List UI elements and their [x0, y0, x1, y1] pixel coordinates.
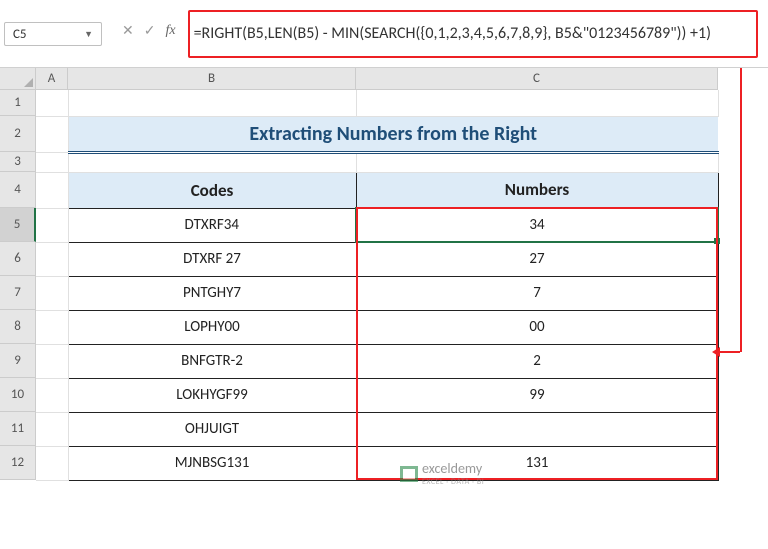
table-row: DTXRF 2727: [36, 242, 718, 276]
annotation-line-horz: [718, 351, 740, 353]
select-all-corner[interactable]: [0, 68, 36, 90]
table-row: MJNBSG131131: [36, 446, 718, 480]
row-header-11[interactable]: 11: [0, 412, 36, 446]
formula-input[interactable]: =RIGHT(B5,LEN(B5) - MIN(SEARCH({0,1,2,3,…: [188, 10, 758, 58]
column-headers: A B C: [36, 68, 718, 90]
col-header-A[interactable]: A: [36, 68, 68, 90]
row-header-6[interactable]: 6: [0, 242, 36, 276]
table-row: OHJUIGT: [36, 412, 718, 446]
row-header-12[interactable]: 12: [0, 446, 36, 480]
row-header-3[interactable]: 3: [0, 152, 36, 172]
formula-buttons: ✕ ✓ fx: [106, 6, 184, 39]
name-box-dropdown-icon[interactable]: ▼: [84, 29, 93, 40]
row-header-7[interactable]: 7: [0, 276, 36, 310]
formula-area: ✕ ✓ fx =RIGHT(B5,LEN(B5) - MIN(SEARCH({0…: [106, 0, 768, 67]
row-header-1[interactable]: 1: [0, 90, 36, 116]
table-row: LOPHY0000: [36, 310, 718, 344]
code-cell[interactable]: LOKHYGF99: [68, 378, 356, 412]
row-header-4[interactable]: 4: [0, 172, 36, 208]
number-cell[interactable]: 00: [356, 310, 718, 344]
watermark-tagline: EXCEL · DATA · BI: [422, 477, 484, 487]
row-header-5[interactable]: 5: [0, 208, 36, 242]
cancel-icon[interactable]: ✕: [122, 22, 134, 39]
code-cell[interactable]: PNTGHY7: [68, 276, 356, 310]
table-row: DTXRF3434: [36, 208, 718, 242]
row-header-2[interactable]: 2: [0, 116, 36, 152]
watermark: exceldemy EXCEL · DATA · BI: [400, 460, 484, 487]
name-box-value: C5: [13, 27, 84, 42]
sheet: Extracting Numbers from the Right CodesN…: [36, 90, 719, 481]
annotation-line-vert: [740, 68, 742, 352]
fill-handle[interactable]: [714, 238, 720, 244]
number-cell[interactable]: 27: [356, 242, 718, 276]
table-row: PNTGHY77: [36, 276, 718, 310]
row-headers: 123456789101112: [0, 90, 36, 480]
code-cell[interactable]: MJNBSG131: [68, 446, 356, 480]
row-header-10[interactable]: 10: [0, 378, 36, 412]
row-header-8[interactable]: 8: [0, 310, 36, 344]
page-title: Extracting Numbers from the Right: [68, 116, 718, 152]
number-cell[interactable]: 99: [356, 378, 718, 412]
watermark-icon: [400, 466, 418, 482]
number-cell[interactable]: [356, 412, 718, 446]
header-numbers[interactable]: Numbers: [356, 172, 718, 208]
table-row: LOKHYGF9999: [36, 378, 718, 412]
code-cell[interactable]: DTXRF 27: [68, 242, 356, 276]
col-header-B[interactable]: B: [68, 68, 356, 90]
name-box[interactable]: C5 ▼: [4, 22, 102, 46]
number-cell[interactable]: 34: [356, 208, 718, 242]
code-cell[interactable]: OHJUIGT: [68, 412, 356, 446]
accept-icon[interactable]: ✓: [144, 22, 156, 39]
table-row: BNFGTR-22: [36, 344, 718, 378]
code-cell[interactable]: BNFGTR-2: [68, 344, 356, 378]
header-codes[interactable]: Codes: [68, 172, 356, 208]
number-cell[interactable]: 7: [356, 276, 718, 310]
fx-icon[interactable]: fx: [165, 23, 175, 39]
code-cell[interactable]: LOPHY00: [68, 310, 356, 344]
row-header-9[interactable]: 9: [0, 344, 36, 378]
col-header-C[interactable]: C: [356, 68, 718, 90]
number-cell[interactable]: 2: [356, 344, 718, 378]
code-cell[interactable]: DTXRF34: [68, 208, 356, 242]
watermark-brand: exceldemy: [422, 460, 484, 477]
formula-bar-row: C5 ▼ ✕ ✓ fx =RIGHT(B5,LEN(B5) - MIN(SEAR…: [0, 0, 768, 68]
